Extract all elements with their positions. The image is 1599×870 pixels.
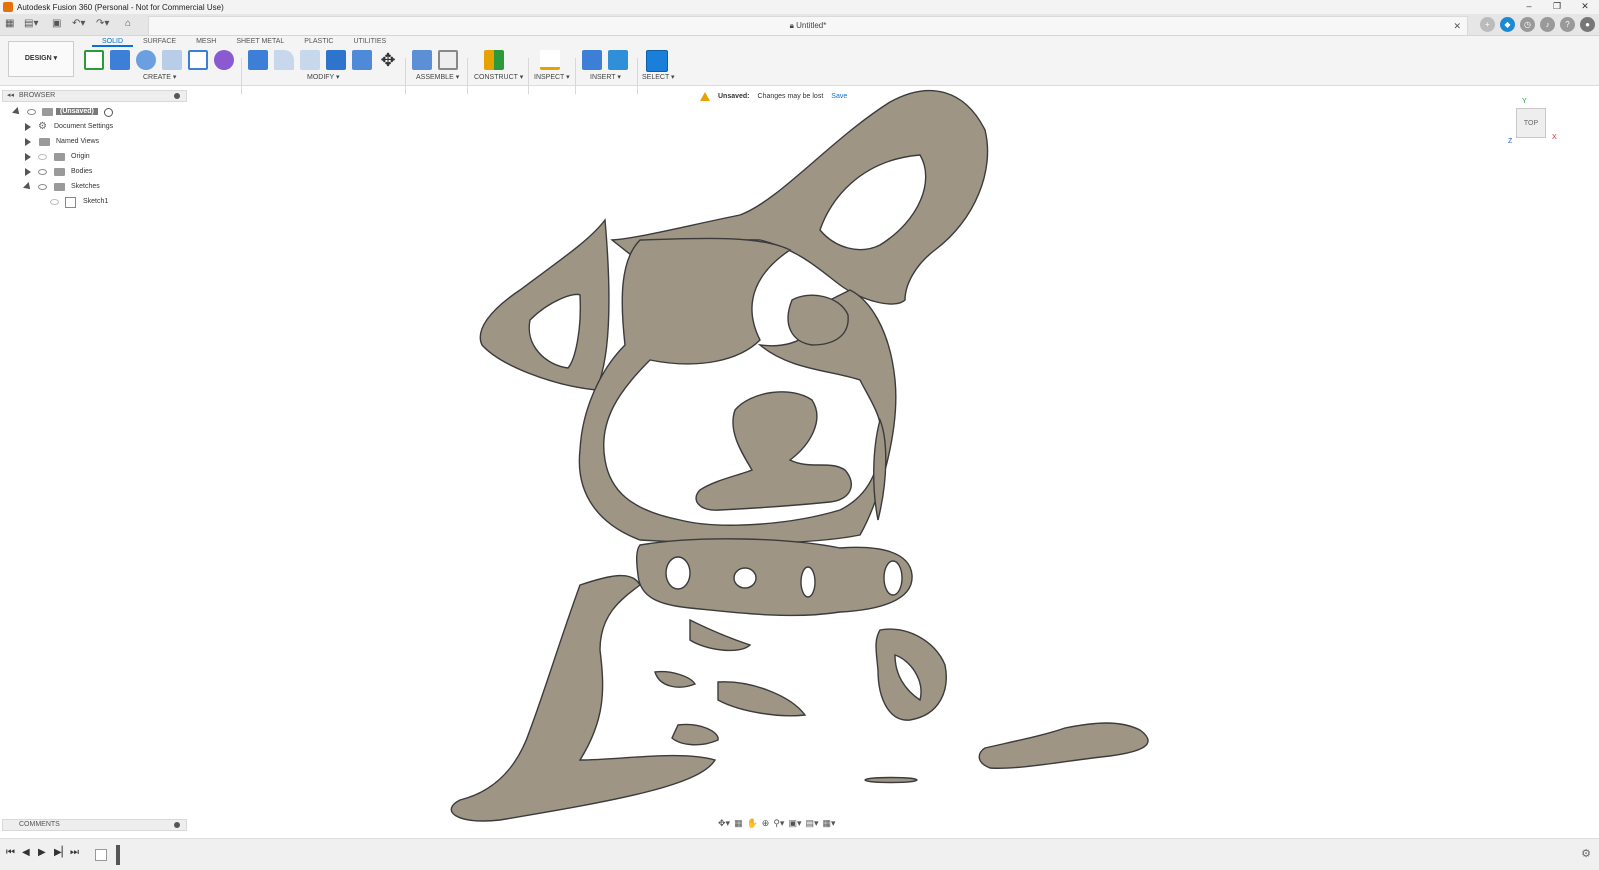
pin-icon[interactable]: [174, 93, 180, 99]
timeline: ⏮ ◀ ▶ ▶▏ ⏭ ⚙: [0, 838, 1599, 870]
sketch-region-tail: [978, 722, 1149, 769]
grid-settings-icon[interactable]: ▤▾: [805, 818, 818, 832]
eye-icon[interactable]: [27, 109, 36, 115]
tree-item-label: Document Settings: [54, 123, 114, 130]
sketch-region-jaw-mark: [873, 417, 887, 521]
folder-icon: [54, 183, 65, 191]
sketch-region-leg: [450, 574, 717, 822]
timeline-marker[interactable]: [116, 845, 120, 865]
eye-icon[interactable]: [50, 199, 59, 205]
browser-tree: (Unsaved) ⚙ Document Settings Named View…: [0, 105, 190, 210]
look-at-icon[interactable]: ▦: [734, 818, 743, 832]
comments-label: COMMENTS: [19, 821, 60, 828]
comments-panel[interactable]: COMMENTS: [2, 819, 187, 831]
step-back-icon[interactable]: ◀: [22, 847, 30, 858]
viewports-icon[interactable]: ▦▾: [823, 818, 836, 832]
play-icon[interactable]: ▶: [38, 847, 46, 858]
folder-icon: [39, 138, 50, 146]
tree-item-label: Bodies: [71, 168, 93, 175]
eye-icon[interactable]: [38, 169, 47, 175]
document-icon: [42, 108, 53, 116]
tree-item-sketch1[interactable]: Sketch1: [0, 195, 190, 210]
tree-item-label: Sketches: [71, 183, 100, 190]
tree-item-named-views[interactable]: Named Views: [0, 135, 190, 150]
fit-icon[interactable]: ⚲▾: [773, 818, 784, 832]
unsaved-message: Changes may be lost: [757, 92, 824, 100]
browser-panel-header[interactable]: ◂◂ BROWSER: [2, 90, 187, 102]
expand-icon[interactable]: [25, 138, 31, 146]
viewcube-face-top[interactable]: TOP: [1516, 108, 1546, 138]
expand-icon[interactable]: [25, 123, 31, 131]
warning-icon: [700, 91, 710, 101]
sketch-icon: [65, 197, 76, 208]
expand-icon[interactable]: [25, 153, 31, 161]
axis-y-label: Y: [1522, 98, 1527, 105]
sketch-region-patch-3: [717, 681, 807, 717]
gear-icon: ⚙: [38, 121, 47, 132]
sketch-region-snout: [695, 391, 852, 511]
unsaved-notice: Unsaved: Changes may be lost Save: [700, 89, 847, 103]
viewcube[interactable]: TOP Y X Z: [1508, 98, 1557, 146]
expand-icon[interactable]: [12, 107, 22, 117]
sketch-region-left-ear: [479, 218, 610, 391]
browser-title: BROWSER: [19, 92, 56, 99]
sketch-region-shadow: [864, 776, 918, 784]
tree-item-document-settings[interactable]: ⚙ Document Settings: [0, 120, 190, 135]
folder-icon: [54, 153, 65, 161]
tree-item-origin[interactable]: Origin: [0, 150, 190, 165]
tree-root-label: (Unsaved): [56, 108, 98, 115]
go-to-start-icon[interactable]: ⏮: [6, 847, 15, 858]
collapse-panel-icon[interactable]: ◂◂: [7, 91, 14, 101]
axis-z-label: Z: [1508, 138, 1513, 145]
eye-icon[interactable]: [38, 184, 47, 190]
go-to-end-icon[interactable]: ⏭: [70, 847, 79, 858]
orbit-icon[interactable]: ✥▾: [718, 818, 730, 832]
expand-icon[interactable]: [25, 168, 31, 176]
eye-icon[interactable]: [38, 154, 47, 160]
timeline-settings-icon[interactable]: ⚙: [1581, 847, 1591, 860]
save-link[interactable]: Save: [831, 93, 847, 100]
folder-icon: [54, 168, 65, 176]
sketch-region-patch-1: [689, 618, 752, 652]
axis-x-label: X: [1552, 134, 1557, 141]
tree-item-label: Named Views: [56, 138, 100, 145]
timeline-sketch-feature[interactable]: [95, 849, 107, 861]
sketch-region-patch-4: [671, 723, 719, 746]
navigation-bar: ✥▾ ▦ ✋ ⊕ ⚲▾ ▣▾ ▤▾ ▦▾: [718, 818, 836, 832]
tree-item-bodies[interactable]: Bodies: [0, 165, 190, 180]
tree-item-label: Origin: [71, 153, 90, 160]
sketch-canvas[interactable]: [0, 0, 1599, 870]
tree-item-sketches[interactable]: Sketches: [0, 180, 190, 195]
activate-icon[interactable]: [104, 108, 113, 117]
unsaved-status: Unsaved:: [718, 92, 750, 100]
tree-item-label: Sketch1: [83, 198, 109, 205]
tree-root[interactable]: (Unsaved): [0, 105, 190, 120]
add-comment-icon[interactable]: [174, 822, 180, 828]
pan-icon[interactable]: ✋: [747, 818, 758, 832]
dog-sketch-profile[interactable]: [450, 89, 1149, 822]
expand-icon[interactable]: [23, 182, 33, 192]
zoom-icon[interactable]: ⊕: [762, 818, 770, 832]
sketch-region-patch-2: [654, 670, 697, 688]
display-settings-icon[interactable]: ▣▾: [788, 818, 801, 832]
step-forward-icon[interactable]: ▶▏: [54, 847, 69, 858]
